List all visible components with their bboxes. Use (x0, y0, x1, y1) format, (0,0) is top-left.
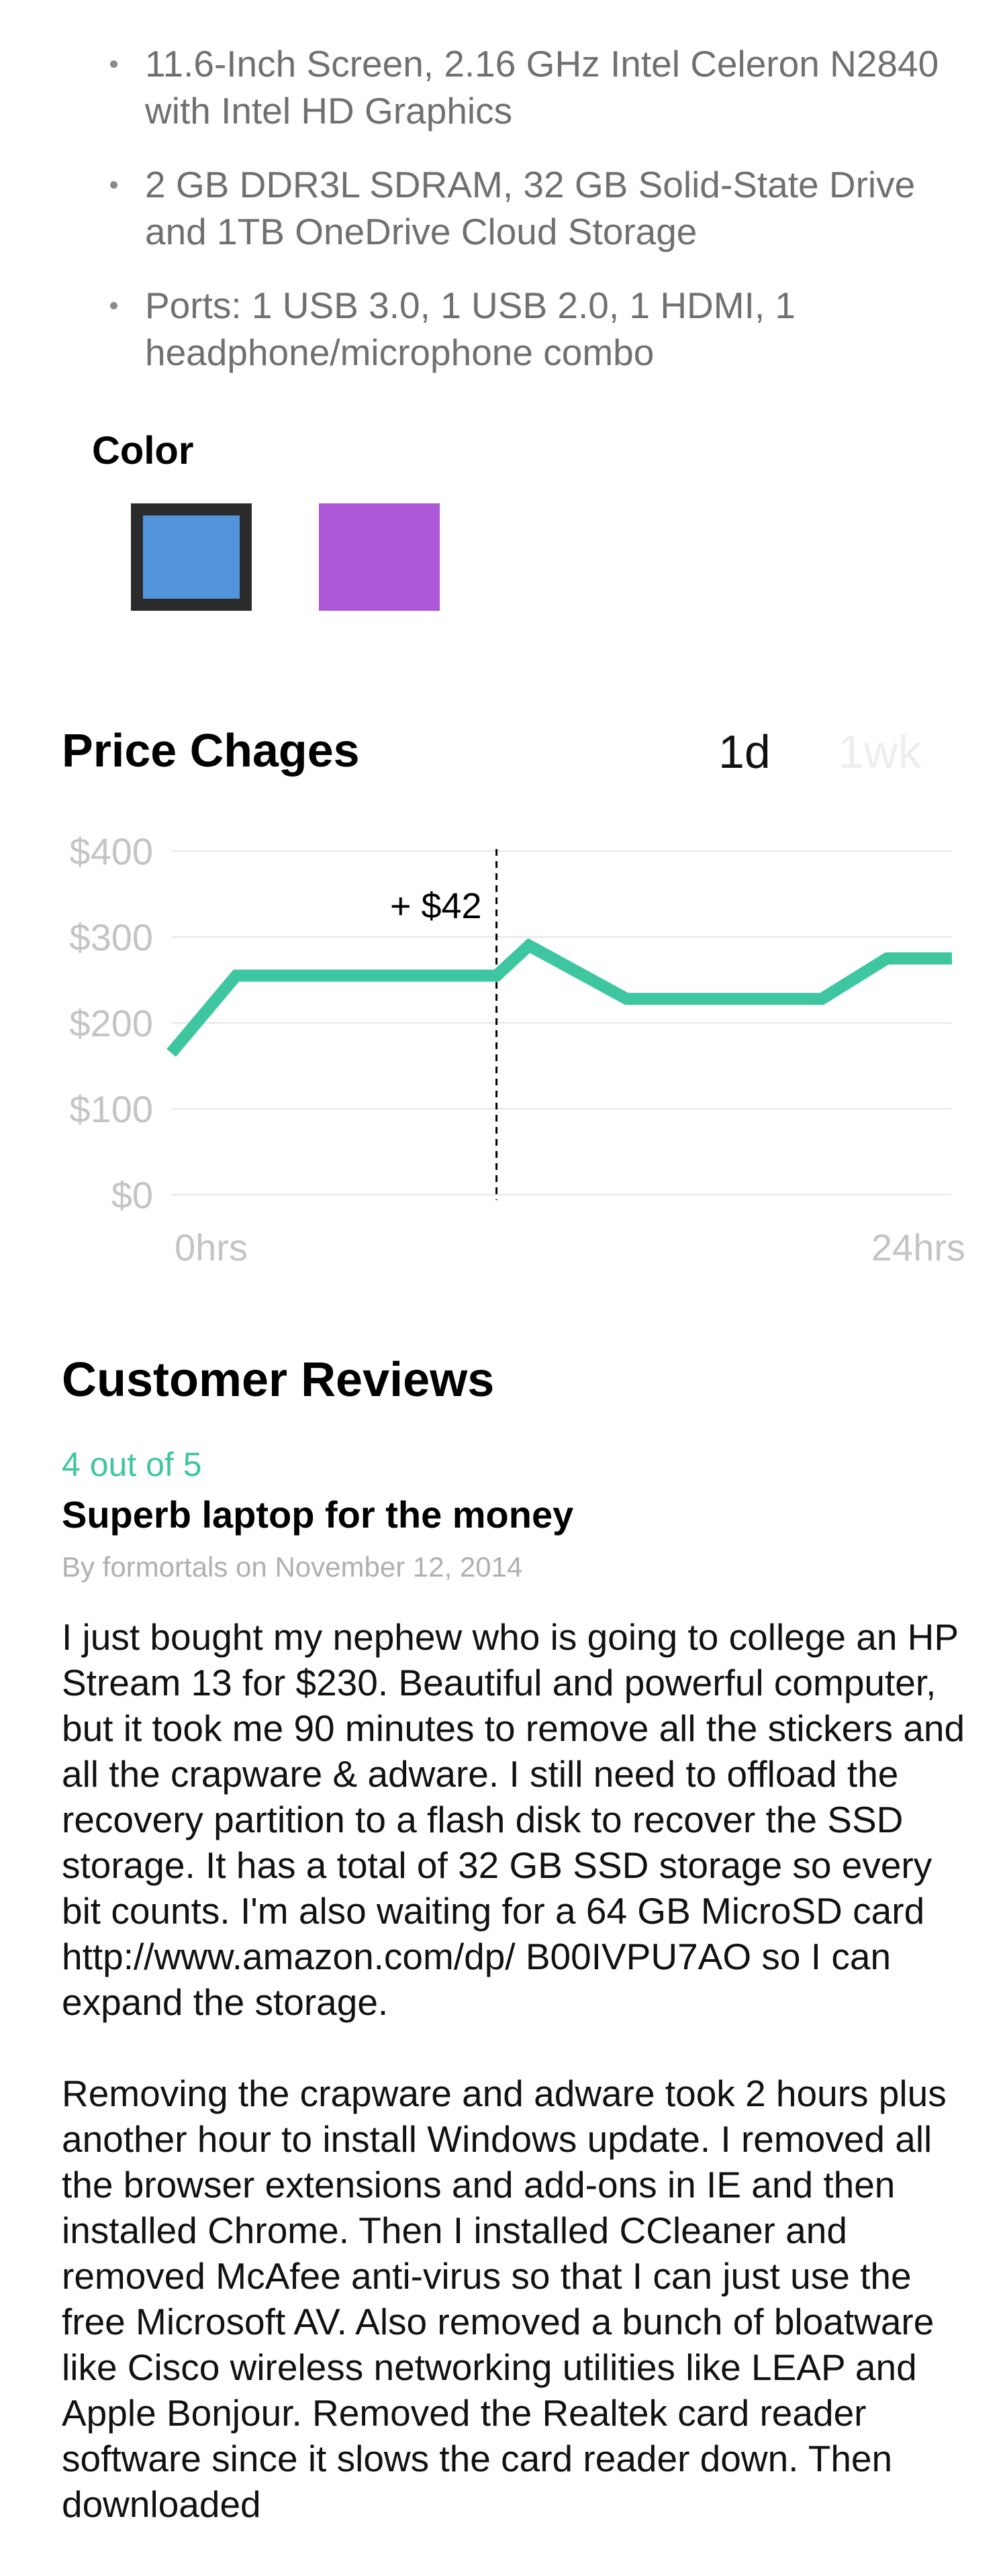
price-series-line (166, 938, 952, 1057)
tab-1wk[interactable]: 1wk (838, 724, 921, 780)
y-tick-label: $100 (69, 1088, 153, 1130)
feature-item: Ports: 1 USB 3.0, 1 USB 2.0, 1 HDMI, 1 h… (101, 282, 940, 376)
x-tick-label: 24hrs (871, 1226, 965, 1269)
y-tick-label: $200 (69, 1002, 153, 1044)
feature-text: 2 GB DDR3L SDRAM, 32 GB Solid-State Driv… (145, 164, 916, 252)
y-tick-label: $0 (111, 1174, 153, 1216)
feature-text: 11.6-Inch Screen, 2.16 GHz Intel Celeron… (145, 43, 939, 132)
reviews-heading: Customer Reviews (62, 1353, 495, 1407)
feature-list: 11.6-Inch Screen, 2.16 GHz Intel Celeron… (101, 40, 940, 403)
review-paragraph: I just bought my nephew who is going to … (62, 1616, 965, 2023)
feature-item: 2 GB DDR3L SDRAM, 32 GB Solid-State Driv… (101, 161, 940, 255)
review-rating: 4 out of 5 (62, 1446, 202, 1483)
color-swatch-blue[interactable] (131, 503, 252, 611)
feature-text: Ports: 1 USB 3.0, 1 USB 2.0, 1 HDMI, 1 h… (145, 285, 796, 373)
y-tick-label: $400 (69, 830, 153, 873)
x-tick-label: 0hrs (175, 1226, 248, 1269)
review-body: I just bought my nephew who is going to … (62, 1614, 975, 2573)
price-changes-heading: Price Chages (62, 724, 360, 777)
y-tick-label: $300 (69, 916, 153, 958)
bullet-dot-icon (110, 302, 117, 309)
review-byline: By formortals on November 12, 2014 (62, 1551, 523, 1583)
price-chart: $400 $300 $200 $100 $0 0hrs 24hrs + $42 (69, 830, 965, 1269)
color-swatch-purple[interactable] (319, 503, 440, 611)
review-paragraph: Removing the crapware and adware took 2 … (62, 2073, 947, 2525)
tab-1d[interactable]: 1d (718, 724, 771, 780)
color-heading: Color (92, 429, 194, 473)
bullet-dot-icon (110, 60, 117, 68)
feature-item: 11.6-Inch Screen, 2.16 GHz Intel Celeron… (101, 40, 940, 134)
marker-label: + $42 (390, 886, 482, 926)
review-title: Superb laptop for the money (62, 1493, 574, 1536)
bullet-dot-icon (110, 181, 117, 189)
